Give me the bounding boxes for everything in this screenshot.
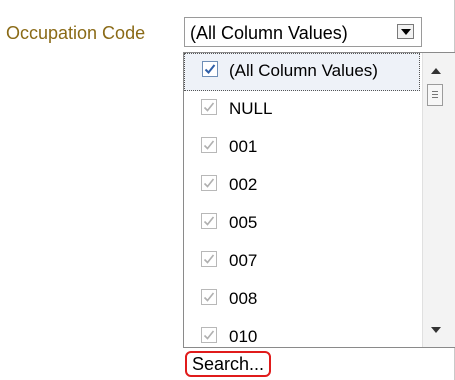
checkbox-checked-icon[interactable] [202, 61, 218, 77]
select-value: (All Column Values) [190, 23, 348, 43]
list-item-label: 005 [229, 213, 258, 232]
list-item-002[interactable]: 002 [184, 167, 420, 205]
grip-line [432, 94, 438, 95]
checkbox-checked-icon[interactable] [201, 327, 217, 343]
list-item-null[interactable]: NULL [184, 91, 420, 129]
list-item-label: (All Column Values) [229, 61, 378, 80]
checkbox-checked-icon[interactable] [201, 137, 217, 153]
checkbox-checked-icon[interactable] [201, 289, 217, 305]
grip-line [432, 97, 438, 98]
list-item-001[interactable]: 001 [184, 129, 420, 167]
grip-line [432, 91, 438, 92]
list-item-label: 007 [229, 251, 258, 270]
checkbox-checked-icon[interactable] [201, 99, 217, 115]
list-item-010[interactable]: 010 [184, 319, 420, 347]
checkbox-checked-icon[interactable] [201, 251, 217, 267]
vertical-scrollbar[interactable] [422, 53, 455, 347]
column-values-select[interactable]: (All Column Values) [184, 17, 422, 47]
scrollbar-thumb[interactable] [427, 84, 443, 106]
dropdown-arrow-icon[interactable] [397, 24, 414, 39]
list-item-label: 010 [229, 327, 258, 346]
scroll-down-arrow-icon[interactable] [431, 327, 441, 333]
checkbox-checked-icon[interactable] [201, 213, 217, 229]
list-item-008[interactable]: 008 [184, 281, 420, 319]
list-item-005[interactable]: 005 [184, 205, 420, 243]
list-item-label: 001 [229, 137, 258, 156]
value-list: (All Column Values) NULL 001 002 005 007… [184, 53, 422, 347]
list-item-all-column-values[interactable]: (All Column Values) [184, 53, 420, 91]
list-item-007[interactable]: 007 [184, 243, 420, 281]
filter-panel: Occupation Code (All Column Values) (All… [0, 0, 455, 380]
list-item-label: 002 [229, 175, 258, 194]
scroll-up-arrow-icon[interactable] [431, 68, 441, 74]
filter-label: Occupation Code [6, 23, 146, 43]
list-item-label: NULL [229, 99, 273, 118]
list-item-label: 008 [229, 289, 258, 308]
dropdown-list-panel: (All Column Values) NULL 001 002 005 007… [183, 52, 455, 348]
checkbox-checked-icon[interactable] [201, 175, 217, 191]
search-link[interactable]: Search... [185, 351, 272, 377]
